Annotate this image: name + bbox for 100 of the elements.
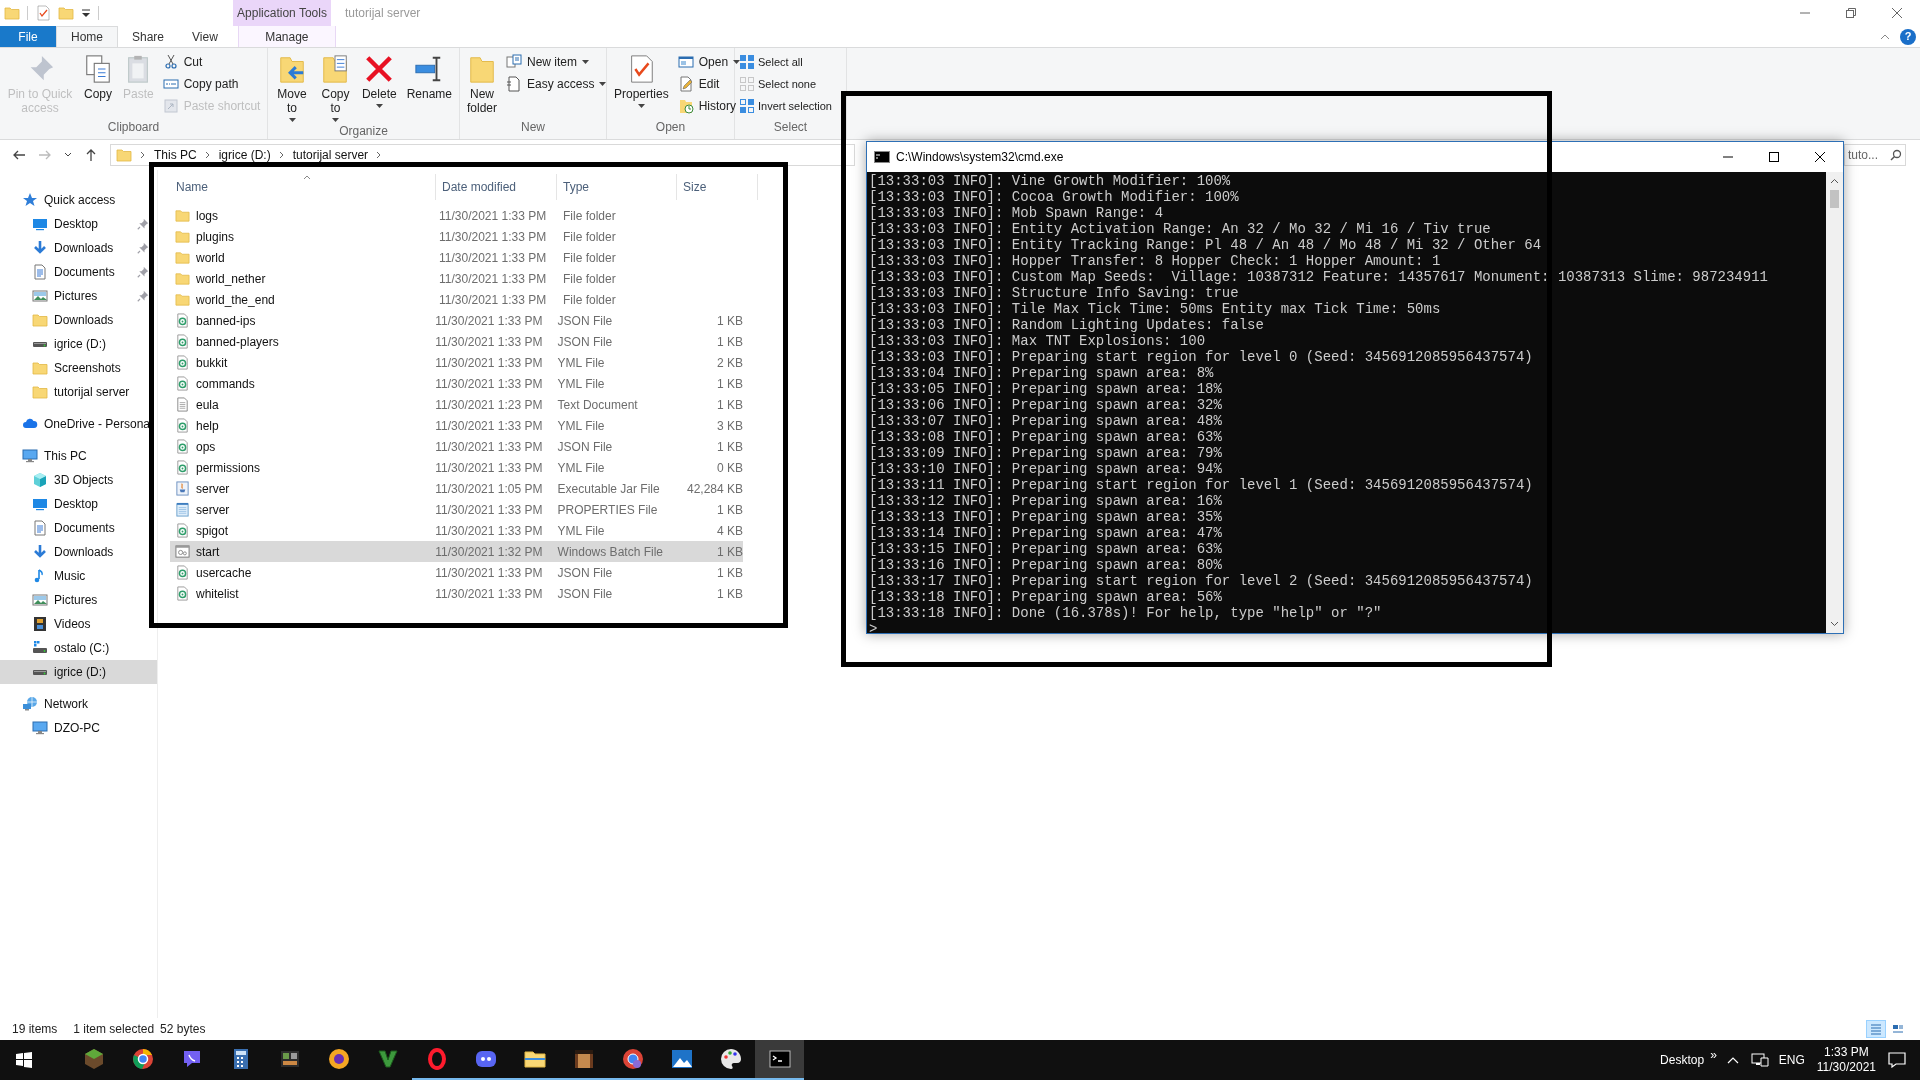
chevron-right-icon xyxy=(140,151,146,159)
breadcrumb[interactable]: This PC xyxy=(154,146,197,164)
breadcrumb[interactable]: igrice (D:) xyxy=(218,146,271,164)
folder-icon xyxy=(467,54,497,84)
ribbon-tab[interactable]: Share xyxy=(118,26,179,47)
chevron-up-icon[interactable] xyxy=(1726,1056,1739,1064)
ribbon-button[interactable]: Easy access xyxy=(504,73,609,95)
chevron-down-icon[interactable] xyxy=(64,152,72,158)
nav-item[interactable]: ostalo (C:) xyxy=(0,636,157,660)
ribbon-tab[interactable]: Manage xyxy=(237,26,336,47)
ribbon-button[interactable]: Properties xyxy=(611,48,672,118)
file-row[interactable]: plugins 11/30/2021 1:33 PM File folder xyxy=(170,226,743,247)
ribbon-button[interactable]: New item xyxy=(504,51,609,73)
table-cell-text: PROPERTIES File xyxy=(556,501,659,519)
toolbar-label[interactable]: Desktop xyxy=(1660,1051,1705,1069)
nav-item[interactable]: 3D Objects xyxy=(0,468,157,492)
search-field[interactable]: tuto... xyxy=(1844,144,1906,166)
caret-icon xyxy=(582,60,590,64)
dropdown-icon[interactable] xyxy=(81,8,91,18)
file-name: server xyxy=(196,501,230,519)
nav-item[interactable]: Downloads xyxy=(0,308,157,332)
nav-item[interactable]: Desktop xyxy=(0,212,157,236)
ribbon-button[interactable]: Copy path xyxy=(160,73,263,95)
file-row[interactable]: spigot 11/30/2021 1:33 PM YML File 4 KB xyxy=(170,520,743,541)
ribbon-button[interactable]: New folder xyxy=(464,48,500,118)
console-prompt[interactable]: > xyxy=(869,621,1826,637)
collapse-ribbon-icon[interactable] xyxy=(1880,33,1890,40)
column-header[interactable]: Size xyxy=(677,174,758,200)
nav-item[interactable]: Pictures xyxy=(0,284,157,308)
taskbar-button[interactable] xyxy=(755,1040,804,1080)
nav-item[interactable]: Downloads xyxy=(0,236,157,260)
column-header[interactable]: Name xyxy=(170,174,436,200)
ribbon-button[interactable]: Rename xyxy=(403,48,455,122)
pin-icon xyxy=(137,218,149,230)
nav-item[interactable]: igrice (D:) xyxy=(0,660,157,684)
column-header[interactable]: Type xyxy=(557,174,677,200)
toolbar-chevron[interactable]: » xyxy=(1710,1046,1717,1064)
pin-icon xyxy=(137,266,149,278)
file-row[interactable]: banned-ips 11/30/2021 1:33 PM JSON File 1 KB xyxy=(170,310,743,331)
nav-item[interactable]: Music xyxy=(0,564,157,588)
clock[interactable]: 1:33 PM 11/30/2021 xyxy=(1816,1045,1876,1075)
file-row[interactable]: server 11/30/2021 1:33 PM PROPERTIES File 1 KB xyxy=(170,499,743,520)
file-row[interactable]: world_the_end 11/30/2021 1:33 PM File folder xyxy=(170,289,743,310)
nav-item[interactable]: Videos xyxy=(0,612,157,636)
file-row[interactable]: start 11/30/2021 1:32 PM Windows Batch File 1 KB xyxy=(170,541,743,562)
back-arrow-icon[interactable] xyxy=(12,148,26,162)
breadcrumb[interactable]: tutorijal server xyxy=(292,146,369,164)
table-cell-text: File folder xyxy=(562,228,617,246)
up-arrow-icon[interactable] xyxy=(84,148,98,162)
table-cell-text: File folder xyxy=(562,249,617,267)
caret-icon xyxy=(599,82,607,86)
file-row[interactable]: ops 11/30/2021 1:33 PM JSON File 1 KB xyxy=(170,436,743,457)
ribbon-tab[interactable]: View xyxy=(178,26,232,47)
help-button[interactable]: ? xyxy=(1900,28,1916,45)
nav-item[interactable]: DZO-PC xyxy=(0,716,157,740)
checklist-icon[interactable] xyxy=(35,5,51,21)
nav-item[interactable]: Pictures xyxy=(0,588,157,612)
nav-item[interactable]: Downloads xyxy=(0,540,157,564)
scrollbar[interactable] xyxy=(1826,172,1843,633)
ribbon-button[interactable]: Copy xyxy=(80,48,116,118)
nav-item[interactable]: igrice (D:) xyxy=(0,332,157,356)
terminal-icon xyxy=(767,1047,792,1071)
ribbon-group-label: Organize xyxy=(339,123,388,140)
nav-item[interactable]: tutorijal server xyxy=(0,380,157,404)
nav-item[interactable]: Screenshots xyxy=(0,356,157,380)
address-bar[interactable]: This PC igrice (D:) tutorijal server xyxy=(110,144,855,166)
nav-item[interactable]: Documents xyxy=(0,260,157,284)
network-icon[interactable] xyxy=(1750,1052,1769,1068)
circle-icon xyxy=(326,1047,351,1071)
file-row[interactable]: server 11/30/2021 1:05 PM Executable Jar File 42,284 KB xyxy=(170,478,743,499)
ribbon-tab[interactable]: Home xyxy=(56,26,118,47)
file-row[interactable]: permissions 11/30/2021 1:33 PM YML File 0 KB xyxy=(170,457,743,478)
file-row[interactable]: bukkit 11/30/2021 1:33 PM YML File 2 KB xyxy=(170,352,743,373)
console-line: [13:33:12 INFO]: Preparing spawn area: 16% xyxy=(869,493,1223,509)
column-header[interactable]: Date modified xyxy=(436,174,557,200)
ribbon-group-label: New xyxy=(521,119,545,136)
nav-item[interactable]: Network xyxy=(0,692,157,716)
ribbon-tab[interactable]: File xyxy=(0,26,56,47)
file-row[interactable]: eula 11/30/2021 1:23 PM Text Document 1 KB xyxy=(170,394,743,415)
file-row[interactable]: commands 11/30/2021 1:33 PM YML File 1 KB xyxy=(170,373,743,394)
table-cell-text: 11/30/2021 1:33 PM xyxy=(434,312,544,330)
nav-item[interactable]: Quick access xyxy=(0,188,157,212)
ribbon-button[interactable]: Cut xyxy=(160,51,263,73)
file-row[interactable]: world_nether 11/30/2021 1:33 PM File folder xyxy=(170,268,743,289)
file-row[interactable]: world 11/30/2021 1:33 PM File folder xyxy=(170,247,743,268)
ribbon-button[interactable]: Copy to xyxy=(316,48,355,122)
file-row[interactable]: logs 11/30/2021 1:33 PM File folder xyxy=(170,205,743,226)
file-row[interactable]: usercache 11/30/2021 1:33 PM JSON File 1 KB xyxy=(170,562,743,583)
nav-item[interactable]: OneDrive - Persona xyxy=(0,412,157,436)
file-row[interactable]: help 11/30/2021 1:33 PM YML File 3 KB xyxy=(170,415,743,436)
file-row[interactable]: banned-players 11/30/2021 1:33 PM JSON File 1 KB xyxy=(170,331,743,352)
scrollbar-thumb[interactable] xyxy=(1830,190,1839,208)
nav-item[interactable]: Desktop xyxy=(0,492,157,516)
nav-item[interactable]: Documents xyxy=(0,516,157,540)
nav-item[interactable]: This PC xyxy=(0,444,157,468)
notification-icon[interactable] xyxy=(1888,1052,1906,1068)
ribbon-button[interactable]: Move to xyxy=(272,48,312,122)
language-indicator[interactable]: ENG xyxy=(1778,1051,1805,1069)
ribbon-button[interactable]: Delete xyxy=(358,48,400,122)
file-row[interactable]: whitelist 11/30/2021 1:33 PM JSON File 1 KB xyxy=(170,583,743,604)
